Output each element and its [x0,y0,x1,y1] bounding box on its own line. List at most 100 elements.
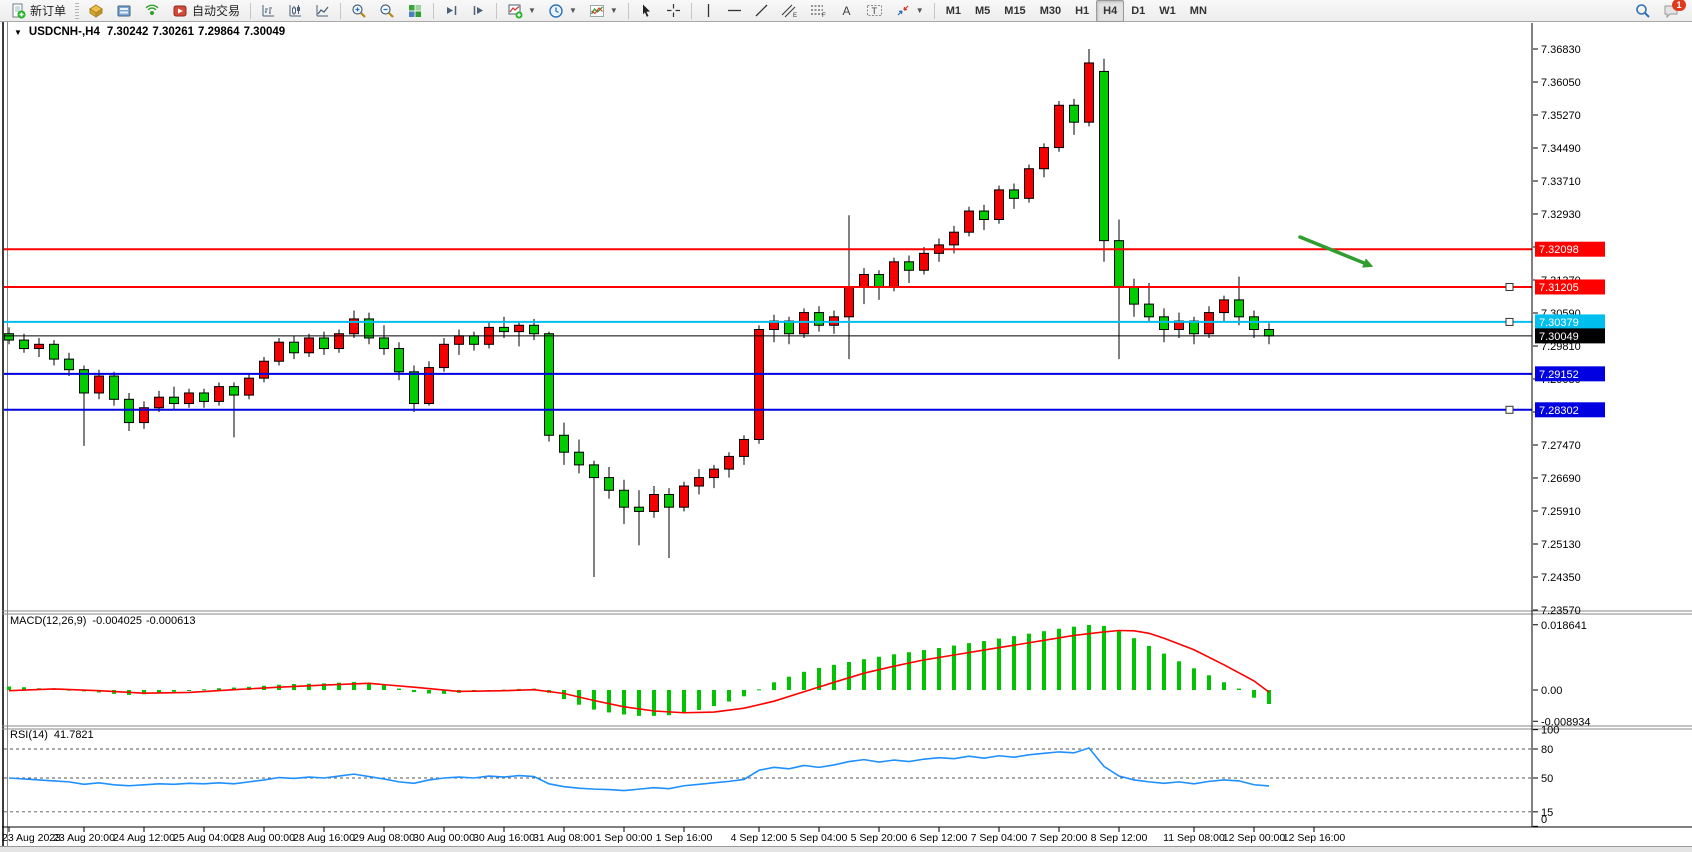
vertical-line-icon [702,3,715,18]
timeframe-M30[interactable]: M30 [1033,0,1068,22]
svg-text:5 Sep 04:00: 5 Sep 04:00 [791,832,848,844]
bar-chart-button[interactable] [255,0,282,22]
svg-text:12 Sep 00:00: 12 Sep 00:00 [1223,832,1286,844]
svg-text:7.34490: 7.34490 [1541,143,1581,155]
macd-signal-value: -0.000613 [146,615,196,627]
search-button[interactable] [1629,0,1657,22]
symbol-period-label: USDCNH-,H4 [29,26,100,38]
svg-text:E: E [793,13,797,18]
svg-text:7.23570: 7.23570 [1541,605,1581,617]
macd-name: MACD(12,26,9) [10,615,86,627]
data-window-icon [116,3,132,19]
chart-title: ▼ USDCNH-,H4 7.30242 7.30261 7.29864 7.3… [14,26,285,38]
vertical-line-tool-button[interactable] [696,0,721,22]
channel-tool-button[interactable]: E [775,0,804,22]
macd-main-value: -0.004025 [92,615,142,627]
data-window-button[interactable] [110,0,138,22]
zoom-in-icon [351,3,367,19]
zoom-out-icon [379,3,395,19]
ohlc-high: 7.30261 [152,26,194,38]
rsi-name: RSI(14) [10,729,48,741]
chart-shift-button[interactable] [465,0,492,22]
svg-text:7.25130: 7.25130 [1541,539,1581,551]
svg-text:28 Aug 16:00: 28 Aug 16:00 [293,832,355,844]
ohlc-close: 7.30049 [244,26,286,38]
zoom-out-button[interactable] [373,0,401,22]
timeframe-M5[interactable]: M5 [968,0,997,22]
trendline-tool-button[interactable] [748,0,775,22]
svg-text:A: A [842,4,850,18]
timeframe-H4[interactable]: H4 [1096,0,1124,22]
tile-windows-button[interactable] [401,0,429,22]
svg-text:80: 80 [1541,744,1553,756]
candlestick-chart-button[interactable] [282,0,309,22]
svg-text:28 Aug 00:00: 28 Aug 00:00 [233,832,295,844]
cursor-tool-button[interactable] [633,0,660,22]
timeframe-MN[interactable]: MN [1183,0,1214,22]
svg-text:100: 100 [1541,725,1559,737]
svg-text:23 Aug 20:00: 23 Aug 20:00 [53,832,115,844]
svg-text:7.31205: 7.31205 [1539,282,1579,294]
search-icon [1635,3,1651,19]
chart-shift-icon [471,3,486,18]
svg-text:7.30379: 7.30379 [1539,317,1579,329]
timeframe-D1[interactable]: D1 [1124,0,1152,22]
auto-scroll-button[interactable] [438,0,465,22]
market-watch-button[interactable] [82,0,110,22]
arrows-icon [895,3,911,18]
toolbar-separator [340,3,341,19]
timeframe-W1[interactable]: W1 [1152,0,1183,22]
line-chart-button[interactable] [309,0,336,22]
text-tool-button[interactable]: A [833,0,860,22]
svg-text:T: T [871,6,877,16]
line-chart-icon [315,3,330,18]
svg-text:30 Aug 00:00: 30 Aug 00:00 [413,832,475,844]
autotrading-icon [172,3,188,19]
timeframe-M1[interactable]: M1 [939,0,968,22]
indicators-icon [589,3,605,19]
svg-text:8 Sep 12:00: 8 Sep 12:00 [1091,832,1148,844]
zoom-in-button[interactable] [345,0,373,22]
new-order-button[interactable]: 新订单 [4,0,72,22]
text-label-tool-button[interactable]: T [860,0,889,22]
fibonacci-tool-button[interactable]: F [804,0,833,22]
toolbar-separator [496,3,497,19]
periods-button[interactable]: ▼ [542,0,583,22]
autotrading-button[interactable]: 自动交易 [166,0,246,22]
toolbar-separator [934,3,935,19]
candlestick-chart-icon [288,3,303,18]
main-toolbar: 新订单 自动交易 [0,0,1692,22]
new-chart-button[interactable]: ▼ [501,0,542,22]
svg-text:4 Sep 12:00: 4 Sep 12:00 [731,832,788,844]
tile-windows-icon [407,3,423,19]
new-order-label: 新订单 [30,2,66,19]
svg-text:31 Aug 08:00: 31 Aug 08:00 [533,832,595,844]
macd-label: MACD(12,26,9) -0.004025 -0.000613 [10,615,196,627]
horizontal-line-tool-button[interactable] [721,0,748,22]
notifications-button[interactable]: 1 [1657,0,1686,22]
dropdown-arrow-icon: ▼ [916,6,924,15]
svg-text:12 Sep 16:00: 12 Sep 16:00 [1283,832,1346,844]
text-label-icon: T [866,3,883,18]
signals-icon [144,3,160,19]
indicators-button[interactable]: ▼ [583,0,624,22]
mt4-application: 新订单 自动交易 [0,0,1692,852]
crosshair-tool-button[interactable] [660,0,687,22]
market-watch-icon [88,3,104,19]
svg-text:50: 50 [1541,773,1553,785]
svg-text:0: 0 [1541,814,1547,826]
svg-text:1 Sep 00:00: 1 Sep 00:00 [596,832,653,844]
timeframe-group: M1M5M15M30H1H4D1W1MN [939,0,1214,22]
dropdown-arrow-icon: ▼ [610,6,618,15]
timeframe-H1[interactable]: H1 [1068,0,1096,22]
svg-text:F: F [822,13,826,18]
arrows-tool-button[interactable]: ▼ [889,0,930,22]
chart-dropdown-icon[interactable]: ▼ [14,28,22,37]
svg-text:0.018641: 0.018641 [1541,620,1587,632]
svg-text:5 Sep 20:00: 5 Sep 20:00 [851,832,908,844]
chart-canvas[interactable]: 7.368307.360507.352707.344907.337107.329… [0,22,1692,852]
toolbar-separator [691,3,692,19]
signals-button[interactable] [138,0,166,22]
timeframe-M15[interactable]: M15 [997,0,1032,22]
toolbar-separator [628,3,629,19]
